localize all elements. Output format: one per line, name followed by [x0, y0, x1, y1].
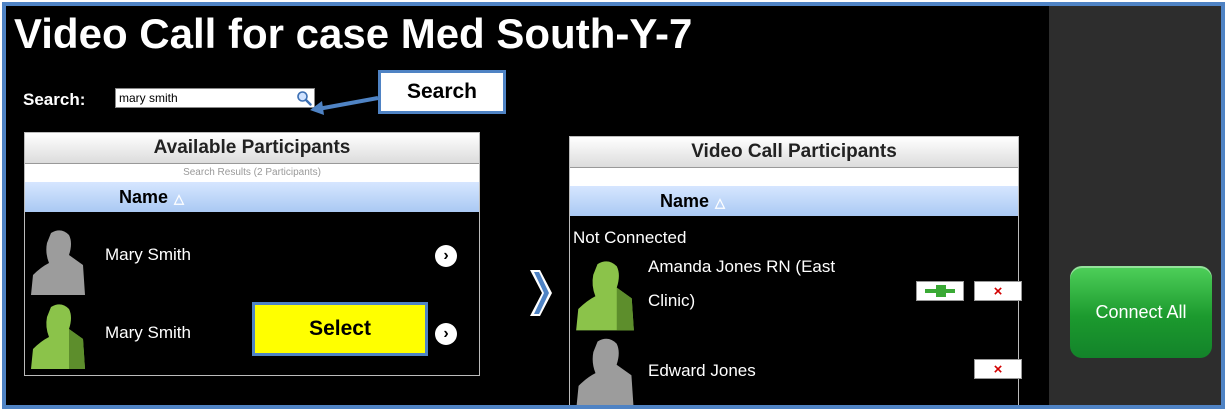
search-callout: Search: [378, 70, 506, 114]
video-panel-title: Video Call Participants: [570, 137, 1018, 167]
connect-all-button[interactable]: Connect All: [1070, 266, 1212, 358]
remove-x-icon: ×: [993, 360, 1003, 378]
video-panel-subtitle: [570, 167, 1018, 186]
grey-person-icon: [576, 338, 634, 405]
grey-person-icon: [31, 230, 85, 295]
callout-arrow-icon: [310, 96, 379, 115]
search-input[interactable]: [116, 89, 289, 107]
select-callout: Select: [252, 302, 428, 356]
search-field[interactable]: [115, 88, 315, 108]
move-right-icon[interactable]: [528, 268, 554, 318]
available-panel-title: Available Participants: [25, 133, 479, 163]
not-connected-label: Not Connected: [573, 228, 687, 247]
remove-x-icon: ×: [993, 282, 1003, 300]
name-column-header[interactable]: Name △: [570, 186, 1018, 216]
name-column-label: Name: [660, 191, 710, 211]
name-column-header[interactable]: Name △: [25, 182, 479, 212]
green-person-icon: [31, 304, 85, 369]
list-item[interactable]: Amanda Jones RN (East Clinic) ×: [570, 249, 1022, 333]
app-frame: Video Call for case Med South-Y-7 Search…: [2, 2, 1225, 409]
chevron-right-icon[interactable]: ›: [435, 245, 457, 267]
remove-button[interactable]: ×: [974, 281, 1022, 301]
search-label: Search:: [23, 90, 86, 109]
green-person-icon: [576, 261, 634, 331]
participant-name-continued: Clinic): [648, 291, 696, 310]
search-results-count: Search Results (2 Participants): [25, 163, 479, 182]
participant-name: Edward Jones: [648, 361, 756, 380]
page-title: Video Call for case Med South-Y-7: [14, 10, 693, 57]
sort-arrow-icon[interactable]: △: [715, 195, 725, 210]
list-item[interactable]: Edward Jones ×: [570, 333, 1022, 405]
remove-button[interactable]: ×: [974, 359, 1022, 379]
chevron-right-icon[interactable]: ›: [435, 323, 457, 345]
participant-name: Mary Smith: [105, 245, 191, 264]
participant-name: Amanda Jones RN (East: [648, 257, 836, 276]
sort-arrow-icon[interactable]: △: [174, 191, 184, 206]
participant-name: Mary Smith: [105, 323, 191, 342]
list-item[interactable]: Mary Smith ›: [25, 221, 479, 295]
name-column-label: Name: [119, 187, 169, 207]
connect-plug-icon: [925, 285, 955, 297]
connect-button[interactable]: [916, 281, 964, 301]
video-call-participants-panel: Video Call Participants Name △ Not Connec…: [569, 136, 1022, 405]
